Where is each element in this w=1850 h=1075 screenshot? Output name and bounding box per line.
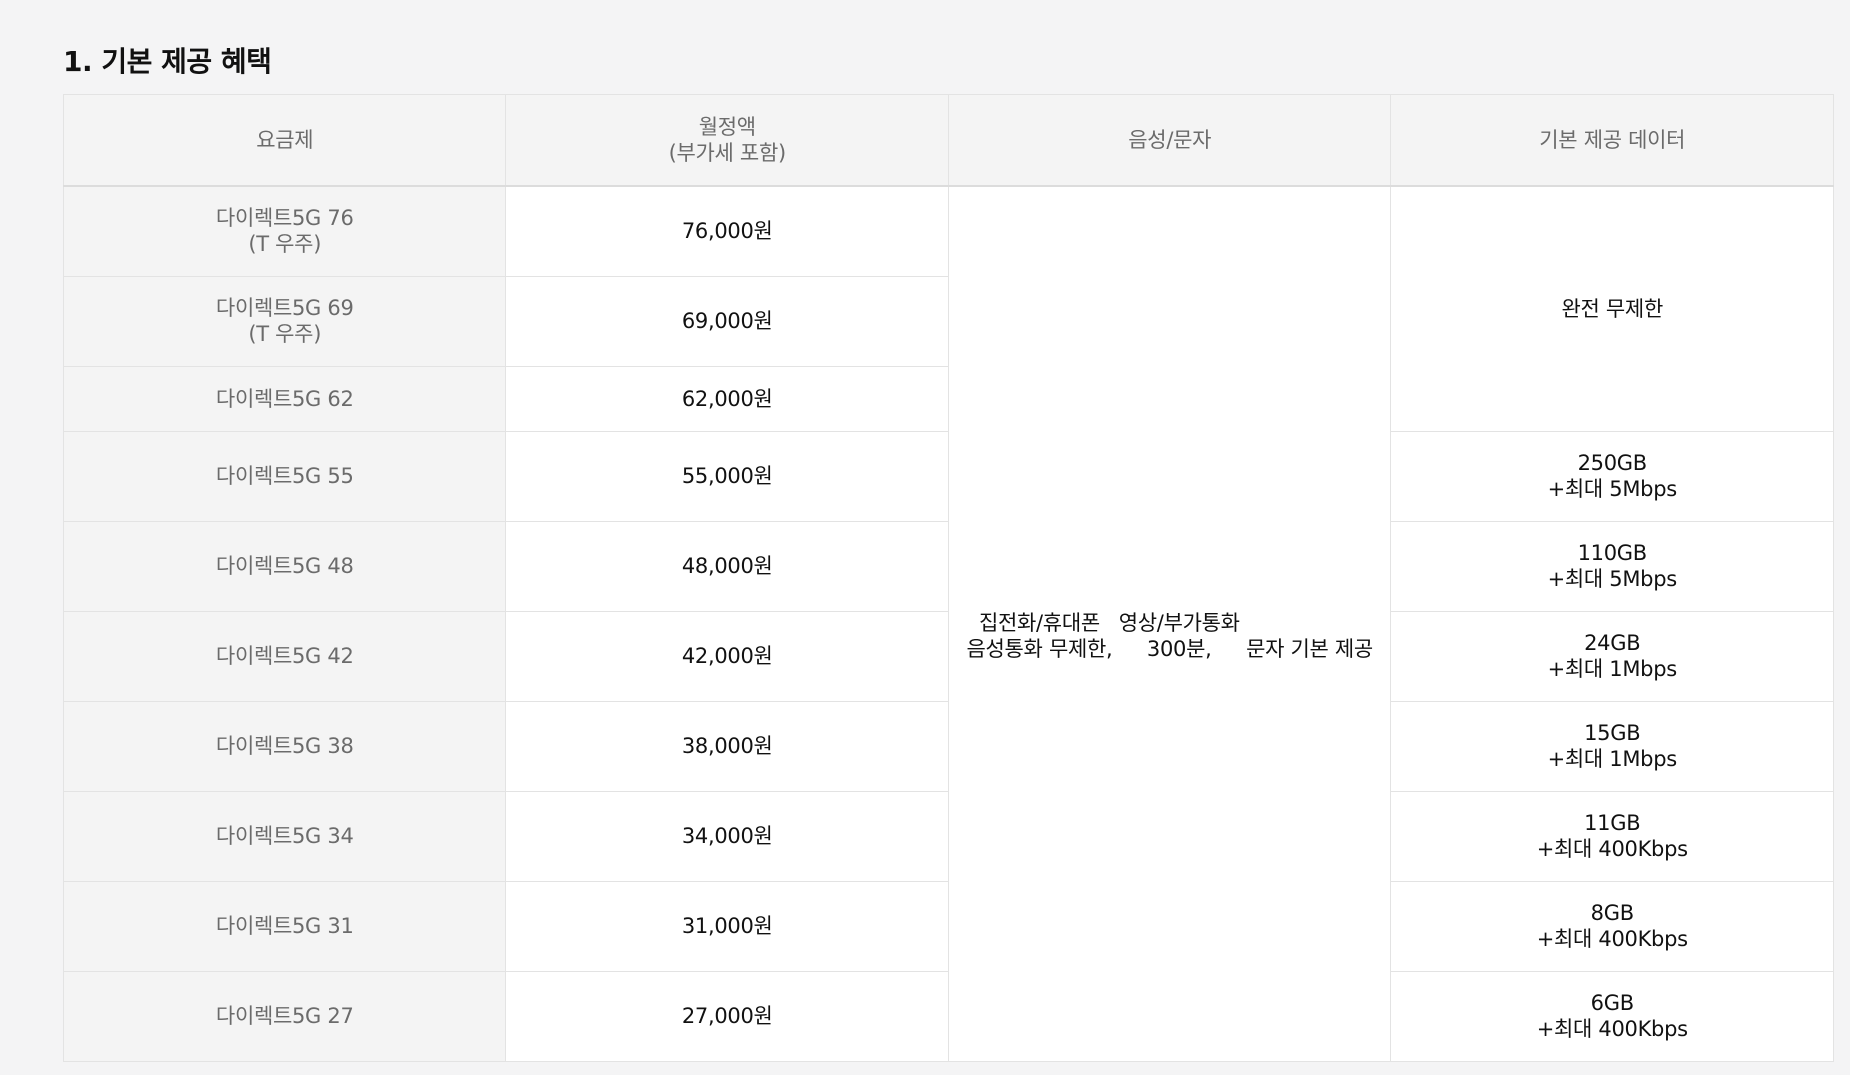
plan-name-cell: 다이렉트5G 48 [62, 520, 507, 612]
header-plan: 요금제 [62, 94, 507, 187]
sms-text: 문자 기본 제공 [1246, 636, 1373, 661]
header-base-data: 기본 제공 데이터 [1390, 94, 1834, 187]
video-call-text: 영상/부가통화 300분, [1118, 610, 1240, 661]
plan-name-cell: 다이렉트5G 69 (T 우주) [62, 275, 507, 367]
plan-name-cell: 다이렉트5G 76 (T 우주) [62, 185, 507, 277]
plan-name-cell: 다이렉트5G 34 [62, 790, 507, 882]
data-cell: 8GB +최대 400Kbps [1390, 880, 1834, 972]
price-cell: 55,000원 [505, 430, 949, 522]
price-cell: 48,000원 [505, 520, 949, 612]
price-cell: 69,000원 [505, 275, 949, 367]
table-header-row: 요금제 월정액 (부가세 포함) 음성/문자 기본 제공 데이터 [62, 94, 1834, 187]
price-cell: 42,000원 [505, 610, 949, 702]
plan-name-cell: 다이렉트5G 62 [62, 365, 507, 432]
plan-name-cell: 다이렉트5G 31 [62, 880, 507, 972]
price-cell: 27,000원 [505, 970, 949, 1062]
data-cell: 110GB +최대 5Mbps [1390, 520, 1834, 612]
voice-call-text: 집전화/휴대폰 음성통화 무제한, [966, 610, 1113, 661]
price-cell: 62,000원 [505, 365, 949, 432]
price-cell: 76,000원 [505, 185, 949, 277]
table-row: 다이렉트5G 76 (T 우주) 76,000원 집전화/휴대폰 음성통화 무제… [62, 185, 1834, 1062]
data-cell: 24GB +최대 1Mbps [1390, 610, 1834, 702]
voice-sms-cell: 집전화/휴대폰 음성통화 무제한, 영상/부가통화 300분, 문자 기본 제공 [947, 185, 1392, 1062]
plan-name-cell: 다이렉트5G 42 [62, 610, 507, 702]
header-voice-sms: 음성/문자 [947, 94, 1392, 187]
data-cell: 6GB +최대 400Kbps [1390, 970, 1834, 1062]
data-cell: 15GB +최대 1Mbps [1390, 700, 1834, 792]
price-cell: 34,000원 [505, 790, 949, 882]
price-cell: 38,000원 [505, 700, 949, 792]
section-title: 1. 기본 제공 혜택 [63, 45, 272, 78]
data-unlimited-cell: 완전 무제한 [1390, 185, 1834, 432]
data-cell: 11GB +최대 400Kbps [1390, 790, 1834, 882]
price-cell: 31,000원 [505, 880, 949, 972]
plan-name-cell: 다이렉트5G 27 [62, 970, 507, 1062]
plan-name-cell: 다이렉트5G 38 [62, 700, 507, 792]
data-cell: 250GB +최대 5Mbps [1390, 430, 1834, 522]
plan-name-cell: 다이렉트5G 55 [62, 430, 507, 522]
header-monthly-fee: 월정액 (부가세 포함) [505, 94, 949, 187]
plan-table: 요금제 월정액 (부가세 포함) 음성/문자 기본 제공 데이터 다이렉트5G … [62, 94, 1834, 1062]
